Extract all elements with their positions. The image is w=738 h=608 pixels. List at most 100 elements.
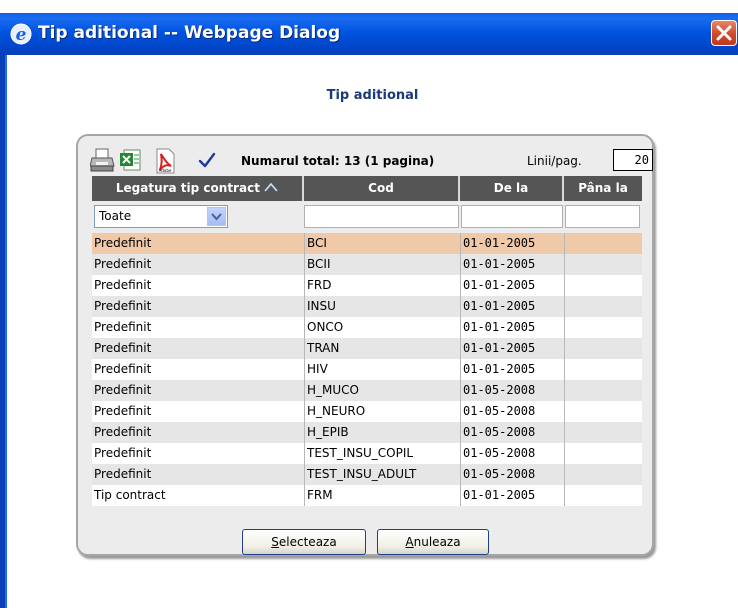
close-icon <box>716 25 732 41</box>
filter-select-value: Toate <box>99 209 132 223</box>
cell-legatura: Predefinit <box>94 236 152 250</box>
table-row[interactable]: Predefinit TEST_INSU_ADULT 01-05-2008 <box>92 464 642 485</box>
cell-pana-la <box>564 338 642 359</box>
table-row[interactable]: Predefinit HIV 01-01-2005 <box>92 359 642 380</box>
grid-header: Legatura tip contract Cod De la Pâna la <box>92 176 642 201</box>
cancel-button-mnemonic: A <box>405 535 414 549</box>
chevron-down-icon[interactable] <box>207 207 226 226</box>
cell-pana-la <box>564 359 642 380</box>
dialog-client-area: Tip aditional Adobe Numarul total: 13 (1… <box>7 55 738 608</box>
table-row[interactable]: Predefinit TEST_INSU_COPIL 01-05-2008 <box>92 443 642 464</box>
cell-cod: FRM <box>304 485 459 506</box>
filter-select[interactable]: Toate <box>94 205 228 228</box>
cell-pana-la <box>564 254 642 275</box>
filter-input-cod[interactable] <box>304 205 459 228</box>
cell-legatura: Predefinit <box>94 404 152 418</box>
table-row[interactable]: Predefinit BCI 01-01-2005 <box>92 233 642 254</box>
dialog-window: e Tip aditional -- Webpage Dialog Tip ad… <box>0 0 738 608</box>
cell-legatura: Predefinit <box>94 467 152 481</box>
column-header-cod[interactable]: Cod <box>304 176 460 201</box>
cell-pana-la <box>564 443 642 464</box>
select-button-label: electeaza <box>278 535 337 549</box>
ie-icon: e <box>10 23 32 45</box>
checkmark-icon[interactable] <box>198 152 222 176</box>
cell-cod: H_EPIB <box>304 422 459 443</box>
cell-de-la: 01-05-2008 <box>460 464 563 485</box>
cancel-button[interactable]: Anuleaza <box>377 529 489 555</box>
cell-pana-la <box>564 485 642 506</box>
cell-legatura: Predefinit <box>94 299 152 313</box>
cell-pana-la <box>564 233 642 254</box>
sort-up-icon <box>264 182 278 192</box>
pdf-icon[interactable]: Adobe <box>154 148 178 174</box>
column-header-label: Legatura tip contract <box>115 181 260 195</box>
cell-legatura: Tip contract <box>94 488 166 502</box>
cell-cod: TEST_INSU_ADULT <box>304 464 459 485</box>
cell-cod: TEST_INSU_COPIL <box>304 443 459 464</box>
cell-cod: H_NEURO <box>304 401 459 422</box>
print-icon[interactable] <box>89 148 115 172</box>
cell-pana-la <box>564 317 642 338</box>
cell-cod: BCII <box>304 254 459 275</box>
excel-icon[interactable] <box>120 148 144 172</box>
table-row[interactable]: Predefinit H_MUCO 01-05-2008 <box>92 380 642 401</box>
cell-cod: HIV <box>304 359 459 380</box>
table-row[interactable]: Predefinit BCII 01-01-2005 <box>92 254 642 275</box>
cell-de-la: 01-01-2005 <box>460 338 563 359</box>
cell-pana-la <box>564 275 642 296</box>
cell-de-la: 01-01-2005 <box>460 317 563 338</box>
cell-cod: FRD <box>304 275 459 296</box>
select-button-mnemonic: S <box>271 535 279 549</box>
cell-de-la: 01-05-2008 <box>460 443 563 464</box>
table-row[interactable]: Tip contract FRM 01-01-2005 <box>92 485 642 506</box>
button-bar: Selecteaza Anuleaza <box>78 529 656 559</box>
filter-row: Toate <box>92 203 642 229</box>
cell-legatura: Predefinit <box>94 341 152 355</box>
cell-legatura: Predefinit <box>94 383 152 397</box>
lines-per-page-input[interactable]: 20 <box>613 149 653 171</box>
total-count-text: Numarul total: 13 (1 pagina) <box>241 154 435 168</box>
window-title: Tip aditional -- Webpage Dialog <box>38 23 341 43</box>
cell-legatura: Predefinit <box>94 362 152 376</box>
table-row[interactable]: Predefinit H_EPIB 01-05-2008 <box>92 422 642 443</box>
table-row[interactable]: Predefinit TRAN 01-01-2005 <box>92 338 642 359</box>
cell-pana-la <box>564 296 642 317</box>
cell-de-la: 01-01-2005 <box>460 254 563 275</box>
cell-pana-la <box>564 422 642 443</box>
cell-de-la: 01-01-2005 <box>460 296 563 317</box>
grid-toolbar: Adobe Numarul total: 13 (1 pagina) Linii… <box>89 144 653 176</box>
dialog-heading: Tip aditional <box>326 88 419 103</box>
cell-legatura: Predefinit <box>94 278 152 292</box>
table-row[interactable]: Predefinit ONCO 01-01-2005 <box>92 317 642 338</box>
column-header-de-la[interactable]: De la <box>460 176 564 201</box>
cell-cod: TRAN <box>304 338 459 359</box>
cell-cod: ONCO <box>304 317 459 338</box>
filter-input-de-la[interactable] <box>461 205 563 228</box>
table-row[interactable]: Predefinit FRD 01-01-2005 <box>92 275 642 296</box>
lines-per-page-label: Linii/pag. <box>527 154 582 168</box>
cell-cod: BCI <box>304 233 459 254</box>
cell-pana-la <box>564 401 642 422</box>
cell-de-la: 01-05-2008 <box>460 401 563 422</box>
cell-cod: INSU <box>304 296 459 317</box>
cell-de-la: 01-05-2008 <box>460 422 563 443</box>
cell-de-la: 01-01-2005 <box>460 275 563 296</box>
title-bar[interactable]: e Tip aditional -- Webpage Dialog <box>0 13 738 55</box>
cell-cod: H_MUCO <box>304 380 459 401</box>
column-header-pana-la[interactable]: Pâna la <box>564 176 642 201</box>
table-row[interactable]: Predefinit INSU 01-01-2005 <box>92 296 642 317</box>
cell-de-la: 01-01-2005 <box>460 233 563 254</box>
filter-input-pana-la[interactable] <box>565 205 640 228</box>
cell-legatura: Predefinit <box>94 425 152 439</box>
column-header-legatura[interactable]: Legatura tip contract <box>92 176 304 201</box>
cancel-button-label: nuleaza <box>413 535 461 549</box>
cell-de-la: 01-01-2005 <box>460 485 563 506</box>
close-button[interactable] <box>711 20 737 46</box>
svg-text:Adobe: Adobe <box>159 168 172 173</box>
cell-legatura: Predefinit <box>94 446 152 460</box>
table-row[interactable]: Predefinit H_NEURO 01-05-2008 <box>92 401 642 422</box>
select-button[interactable]: Selecteaza <box>242 529 366 555</box>
cell-legatura: Predefinit <box>94 257 152 271</box>
cell-pana-la <box>564 464 642 485</box>
svg-text:e: e <box>16 25 27 45</box>
